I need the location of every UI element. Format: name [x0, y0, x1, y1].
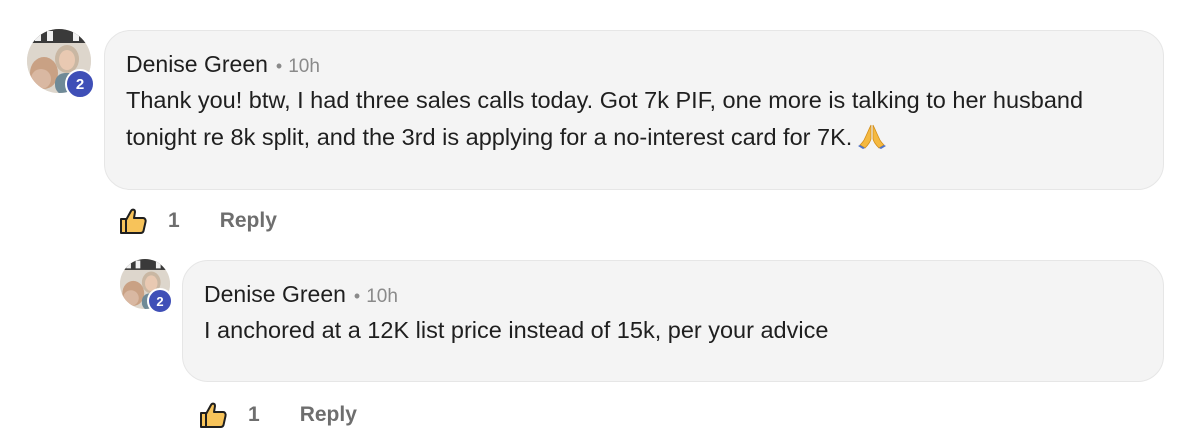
separator-dot: •: [275, 56, 283, 76]
level-badge: 2: [65, 69, 95, 99]
like-count: 1: [248, 403, 260, 426]
like-button[interactable]: [198, 400, 228, 430]
comment-actions: 1 Reply: [118, 204, 277, 238]
thumbs-up-icon: [200, 402, 227, 428]
reply-bubble: Denise Green • 10h I anchored at a 12K l…: [182, 260, 1164, 382]
thumbs-up-icon: [120, 208, 147, 234]
separator-dot: •: [353, 286, 361, 306]
author-name[interactable]: Denise Green: [126, 51, 268, 78]
reply-actions: 1 Reply: [198, 398, 357, 432]
like-count: 1: [168, 209, 180, 232]
reply-meta: Denise Green • 10h: [204, 281, 1143, 308]
comment-text-content: Thank you! btw, I had three sales calls …: [126, 87, 1084, 150]
reply-button[interactable]: Reply: [220, 209, 277, 233]
comment-bubble: Denise Green • 10h Thank you! btw, I had…: [104, 30, 1164, 190]
reply-button[interactable]: Reply: [300, 403, 357, 427]
timestamp[interactable]: 10h: [366, 286, 398, 308]
folded-hands-emoji: [858, 123, 887, 160]
level-badge: 2: [147, 288, 173, 314]
comment-meta: Denise Green • 10h: [126, 51, 1143, 78]
timestamp[interactable]: 10h: [288, 56, 320, 78]
avatar[interactable]: 2: [27, 29, 95, 99]
comment-text: Thank you! btw, I had three sales calls …: [126, 82, 1143, 160]
reply-avatar[interactable]: 2: [120, 259, 173, 314]
author-name[interactable]: Denise Green: [204, 281, 346, 308]
reply-text: I anchored at a 12K list price instead o…: [204, 317, 829, 343]
like-button[interactable]: [118, 206, 148, 236]
